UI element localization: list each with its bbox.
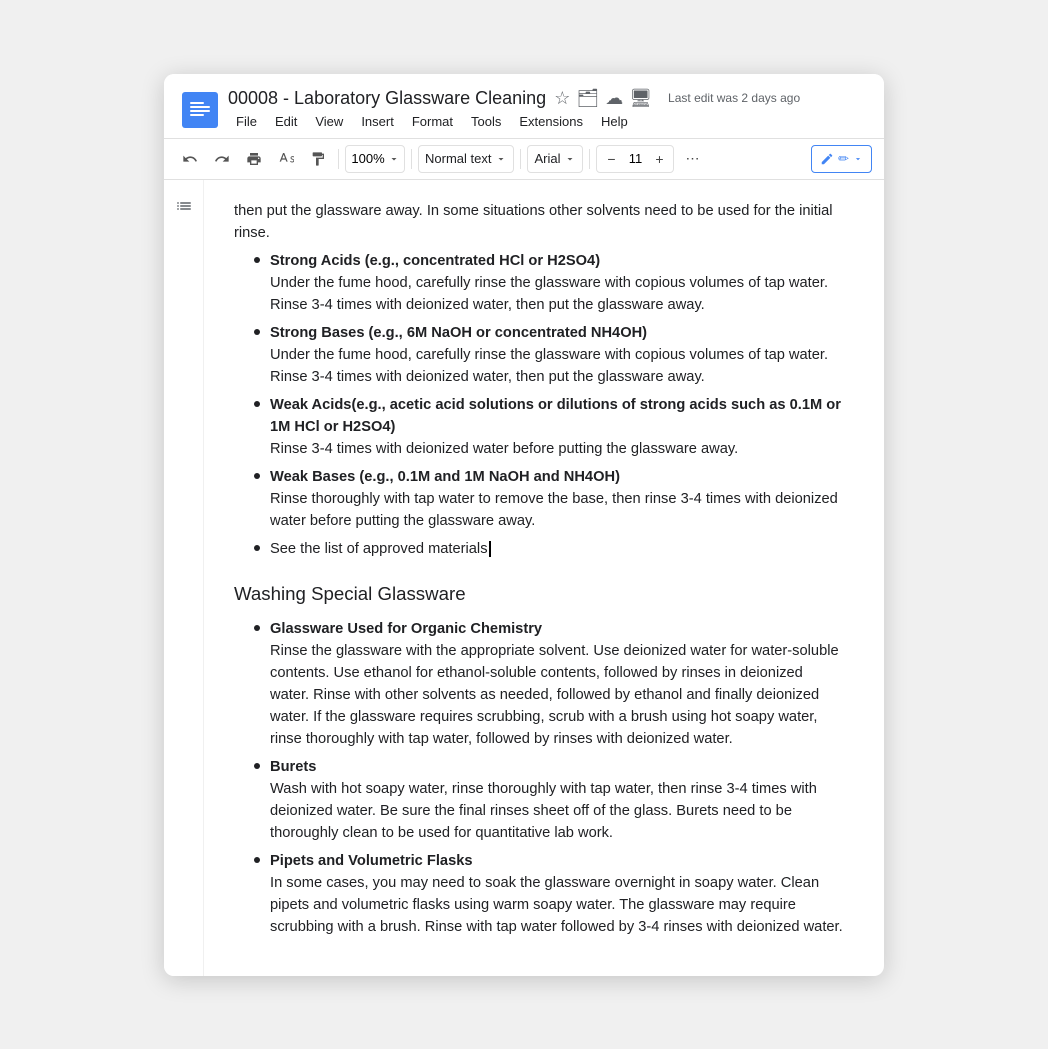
- bullet-dot: [254, 763, 260, 769]
- section2-heading: Washing Special Glassware: [234, 580, 844, 608]
- more-options-button[interactable]: ⋯: [678, 145, 706, 173]
- title-icons: ☆ 🗂 ☁ 🖥: [554, 88, 652, 109]
- undo-button[interactable]: [176, 145, 204, 173]
- bullet-content: Glassware Used for Organic Chemistry Rin…: [270, 618, 844, 750]
- share-icon[interactable]: 🖥: [629, 88, 652, 109]
- list-item: Weak Acids(e.g., acetic acid solutions o…: [254, 394, 844, 460]
- spellcheck-button[interactable]: [272, 145, 300, 173]
- bullet-content: See the list of approved materials​: [270, 538, 844, 560]
- bullets-part1: Strong Acids (e.g., concentrated HCl or …: [254, 250, 844, 560]
- bullet-dot: [254, 329, 260, 335]
- sidebar-panel: [164, 180, 204, 976]
- bullet-dot: [254, 857, 260, 863]
- item-body: Rinse the glassware with the appropriate…: [270, 643, 839, 747]
- title-bar: 00008 - Laboratory Glassware Cleaning ☆ …: [164, 74, 884, 132]
- menu-format[interactable]: Format: [404, 111, 461, 132]
- font-size-value: 11: [623, 151, 647, 166]
- font-select[interactable]: Arial: [527, 145, 583, 173]
- item-title: Weak Acids(e.g., acetic acid solutions o…: [270, 397, 841, 435]
- menu-edit[interactable]: Edit: [267, 111, 305, 132]
- list-item: Pipets and Volumetric Flasks In some cas…: [254, 850, 844, 938]
- google-docs-icon: [182, 92, 218, 128]
- main-window: 00008 - Laboratory Glassware Cleaning ☆ …: [164, 74, 884, 976]
- bullet-content: Strong Acids (e.g., concentrated HCl or …: [270, 250, 844, 316]
- font-size-decrease[interactable]: −: [601, 149, 621, 169]
- intro-paragraph: then put the glassware away. In some sit…: [234, 200, 844, 244]
- bullet-content: Weak Bases (e.g., 0.1M and 1M NaOH and N…: [270, 466, 844, 532]
- item-body: In some cases, you may need to soak the …: [270, 875, 843, 935]
- item-body: Under the fume hood, carefully rinse the…: [270, 275, 828, 313]
- item-title: Strong Bases (e.g., 6M NaOH or concentra…: [270, 325, 647, 341]
- divider-3: [520, 149, 521, 169]
- paint-format-button[interactable]: [304, 145, 332, 173]
- item-title: Weak Bases (e.g., 0.1M and 1M NaOH and N…: [270, 469, 620, 485]
- item-body: Wash with hot soapy water, rinse thoroug…: [270, 781, 817, 841]
- folder-icon[interactable]: 🗂: [576, 88, 599, 109]
- item-body: Rinse 3-4 times with deionized water bef…: [270, 441, 738, 457]
- style-select[interactable]: Normal text: [418, 145, 514, 173]
- item-body: Rinse thoroughly with tap water to remov…: [270, 491, 838, 529]
- item-title: See the list of approved materials: [270, 541, 488, 557]
- list-item: Strong Acids (e.g., concentrated HCl or …: [254, 250, 844, 316]
- bullet-content: Burets Wash with hot soapy water, rinse …: [270, 756, 844, 844]
- item-title: Burets: [270, 759, 316, 775]
- zoom-control[interactable]: 100%: [345, 145, 405, 173]
- divider-4: [589, 149, 590, 169]
- redo-button[interactable]: [208, 145, 236, 173]
- font-size-increase[interactable]: +: [649, 149, 669, 169]
- bullet-dot: [254, 625, 260, 631]
- menu-file[interactable]: File: [228, 111, 265, 132]
- menu-view[interactable]: View: [307, 111, 351, 132]
- menu-bar: File Edit View Insert Format Tools Exten…: [228, 109, 866, 132]
- content-area: then put the glassware away. In some sit…: [164, 180, 884, 976]
- print-button[interactable]: [240, 145, 268, 173]
- list-item: Weak Bases (e.g., 0.1M and 1M NaOH and N…: [254, 466, 844, 532]
- menu-insert[interactable]: Insert: [353, 111, 402, 132]
- bullet-dot: [254, 401, 260, 407]
- bullet-content: Strong Bases (e.g., 6M NaOH or concentra…: [270, 322, 844, 388]
- list-item: Glassware Used for Organic Chemistry Rin…: [254, 618, 844, 750]
- menu-tools[interactable]: Tools: [463, 111, 509, 132]
- divider-1: [338, 149, 339, 169]
- document-title: 00008 - Laboratory Glassware Cleaning: [228, 88, 546, 109]
- item-title: Pipets and Volumetric Flasks: [270, 853, 473, 869]
- item-body: Under the fume hood, carefully rinse the…: [270, 347, 828, 385]
- document-content: then put the glassware away. In some sit…: [204, 180, 884, 976]
- star-icon[interactable]: ☆: [554, 88, 570, 109]
- title-row: 00008 - Laboratory Glassware Cleaning ☆ …: [228, 88, 866, 109]
- bullet-dot: [254, 257, 260, 263]
- list-item: Burets Wash with hot soapy water, rinse …: [254, 756, 844, 844]
- edit-button[interactable]: ✏: [811, 145, 872, 173]
- font-value: Arial: [534, 151, 560, 166]
- text-cursor: ​: [489, 541, 491, 557]
- menu-help[interactable]: Help: [593, 111, 636, 132]
- font-size-control[interactable]: − 11 +: [596, 145, 674, 173]
- last-edit-label: Last edit was 2 days ago: [668, 91, 800, 105]
- title-area: 00008 - Laboratory Glassware Cleaning ☆ …: [228, 88, 866, 132]
- bullet-dot: [254, 545, 260, 551]
- document-outline-icon[interactable]: [170, 192, 198, 220]
- list-item: Strong Bases (e.g., 6M NaOH or concentra…: [254, 322, 844, 388]
- cloud-icon[interactable]: ☁: [605, 88, 623, 109]
- style-value: Normal text: [425, 151, 491, 166]
- toolbar: 100% Normal text Arial − 11 + ⋯ ✏: [164, 138, 884, 180]
- divider-2: [411, 149, 412, 169]
- list-item: See the list of approved materials​: [254, 538, 844, 560]
- bullets-part2: Glassware Used for Organic Chemistry Rin…: [254, 618, 844, 938]
- item-title: Glassware Used for Organic Chemistry: [270, 621, 542, 637]
- item-title: Strong Acids (e.g., concentrated HCl or …: [270, 253, 600, 269]
- zoom-value: 100%: [350, 151, 386, 166]
- bullet-dot: [254, 473, 260, 479]
- bullet-content: Weak Acids(e.g., acetic acid solutions o…: [270, 394, 844, 460]
- menu-extensions[interactable]: Extensions: [511, 111, 591, 132]
- edit-label: ✏: [838, 151, 849, 167]
- bullet-content: Pipets and Volumetric Flasks In some cas…: [270, 850, 844, 938]
